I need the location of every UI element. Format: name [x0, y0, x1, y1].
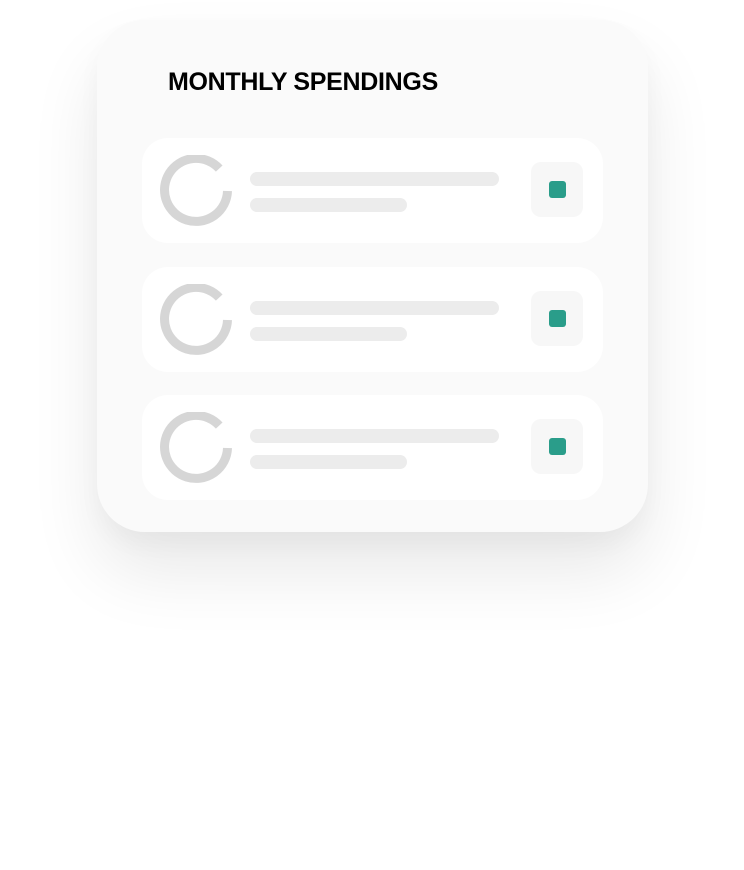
placeholder-line-title [250, 172, 499, 186]
placeholder-line-title [250, 429, 499, 443]
list-item[interactable] [142, 138, 603, 243]
placeholder-line-title [250, 301, 499, 315]
list-item[interactable] [142, 395, 603, 500]
progress-ring-icon [160, 284, 232, 355]
progress-ring-icon [160, 412, 232, 483]
item-action-button[interactable] [531, 291, 583, 346]
placeholder-line-subtitle [250, 198, 407, 212]
monthly-spendings-card: MONTHLY SPENDINGS [97, 20, 648, 532]
placeholder-line-subtitle [250, 327, 407, 341]
square-dot-icon [549, 310, 566, 327]
placeholder-line-subtitle [250, 455, 407, 469]
square-dot-icon [549, 438, 566, 455]
item-action-button[interactable] [531, 419, 583, 474]
card-title: MONTHLY SPENDINGS [168, 68, 438, 96]
progress-ring-icon [160, 155, 232, 226]
square-dot-icon [549, 181, 566, 198]
list-item[interactable] [142, 267, 603, 372]
item-action-button[interactable] [531, 162, 583, 217]
